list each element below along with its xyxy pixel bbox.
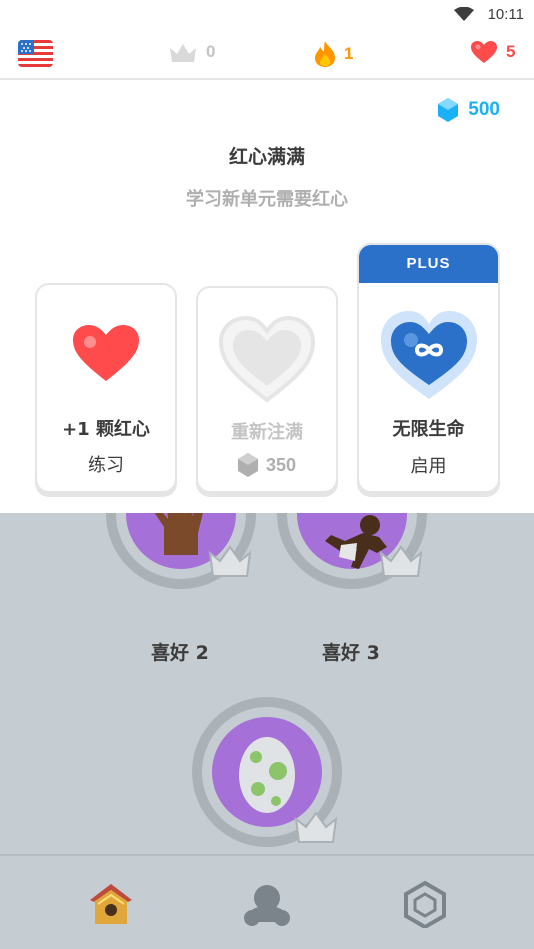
crowns-counter[interactable]: 0 xyxy=(168,40,215,64)
plus-title: 无限生命 xyxy=(392,419,465,440)
nav-home[interactable] xyxy=(86,880,136,928)
home-icon xyxy=(90,884,132,924)
heart-icon xyxy=(471,41,497,63)
skill-hobby-3[interactable] xyxy=(275,513,429,591)
profile-icon xyxy=(244,885,290,926)
empty-heart-icon xyxy=(218,315,316,403)
refill-cost: 350 xyxy=(198,453,336,477)
status-bar: 10:11 xyxy=(0,0,534,30)
us-flag-icon[interactable] xyxy=(18,40,53,67)
crowns-count: 0 xyxy=(206,42,216,61)
heart-icon xyxy=(73,325,139,381)
streak-count: 1 xyxy=(344,44,354,63)
refill-cost-value: 350 xyxy=(265,454,297,475)
hearts-counter[interactable]: 5 xyxy=(470,40,515,64)
gems-counter: 500 xyxy=(438,98,500,122)
egg-icon xyxy=(239,737,295,813)
bottom-nav xyxy=(0,854,534,949)
practice-title: +1 颗红心 xyxy=(62,419,150,440)
skill-egg[interactable] xyxy=(190,695,344,849)
crown-icon xyxy=(294,811,338,843)
hearts-panel: 500 红心满满 学习新单元需要红心 +1 颗红心 练习 重新注满 350 PL… xyxy=(0,80,534,513)
status-time: 10:11 xyxy=(487,6,524,23)
nav-shop[interactable] xyxy=(400,880,450,930)
panel-title: 红心满满 xyxy=(228,146,305,168)
gems-count: 500 xyxy=(468,99,500,120)
skill-tree: 喜好 2 喜好 3 xyxy=(0,513,534,854)
crown-icon xyxy=(379,545,423,577)
plus-subtitle: 启用 xyxy=(410,456,447,477)
wifi-icon xyxy=(454,7,474,21)
fire-icon xyxy=(315,41,335,67)
streak-counter[interactable]: 1 xyxy=(314,40,353,68)
skill-hobby-2[interactable] xyxy=(104,513,258,591)
top-bar: 0 1 5 xyxy=(0,30,534,80)
panel-subtitle: 学习新单元需要红心 xyxy=(186,189,348,210)
gem-icon xyxy=(438,98,459,122)
refill-card[interactable]: 重新注满 350 xyxy=(196,286,338,493)
crown-icon xyxy=(208,545,252,577)
shop-icon xyxy=(404,880,446,930)
hearts-count: 5 xyxy=(506,42,516,61)
plus-card[interactable]: PLUS 无限生命 启用 xyxy=(357,243,500,493)
practice-card[interactable]: +1 颗红心 练习 xyxy=(35,283,177,493)
infinity-heart-icon xyxy=(380,311,477,399)
plus-banner: PLUS xyxy=(359,245,498,283)
practice-subtitle: 练习 xyxy=(88,455,124,476)
skill-label: 喜好 2 xyxy=(151,642,209,664)
crown-icon xyxy=(170,44,196,62)
skill-label: 喜好 3 xyxy=(322,642,380,664)
gem-icon xyxy=(237,453,258,477)
refill-title: 重新注满 xyxy=(231,422,303,443)
nav-profile[interactable] xyxy=(242,880,292,928)
